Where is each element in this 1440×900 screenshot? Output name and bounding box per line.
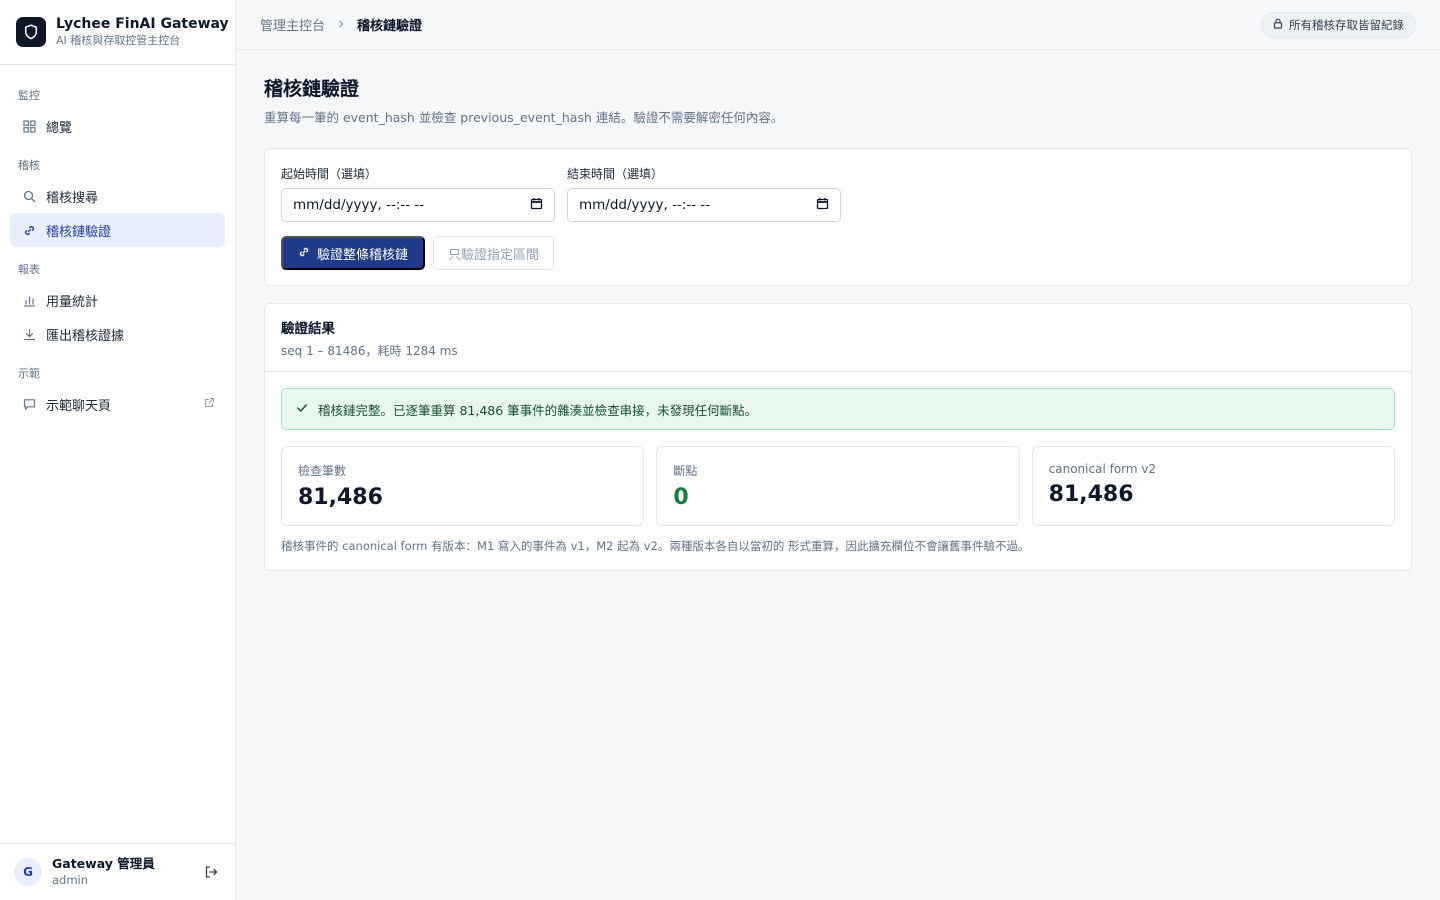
grid-icon [22, 119, 36, 133]
filter-card: 起始時間（選填） mm/dd/yyyy, --:-- -- 結束時間（選填） m… [264, 148, 1412, 286]
start-time-input[interactable]: mm/dd/yyyy, --:-- -- [281, 188, 555, 222]
verify-full-chain-button[interactable]: 驗證整條稽核鏈 [281, 236, 426, 270]
stat-value: 81,486 [1048, 482, 1134, 507]
stat-label: 斷點 [673, 464, 698, 478]
nav-section-demo: 示範 [18, 367, 40, 380]
start-time-label: 起始時間（選填） [281, 167, 378, 181]
sidebar-item-usage-stats[interactable]: 用量統計 [10, 283, 225, 317]
chat-icon [22, 397, 36, 411]
sidebar-item-label: 用量統計 [46, 294, 99, 310]
nav-section-monitoring: 監控 [18, 89, 40, 102]
sidebar-item-audit-chain-verify[interactable]: 稽核鏈驗證 [10, 213, 225, 247]
result-card: 驗證結果 seq 1 – 81486，耗時 1284 ms 稽核鏈完整。已逐筆重… [264, 303, 1412, 571]
audit-logging-badge-text: 所有稽核存取皆留紀錄 [1289, 17, 1404, 32]
search-icon [22, 189, 36, 203]
shield-logo-icon [16, 17, 46, 47]
success-alert-text: 稽核鏈完整。已逐筆重算 81,486 筆事件的雜湊並檢查串接，未發現任何斷點。 [318, 402, 758, 418]
brand: Lychee FinAI Gateway AI 稽核與存取控管主控台 [0, 0, 235, 65]
nav-section-audit: 稽核 [18, 159, 40, 172]
sidebar-item-audit-search[interactable]: 稽核搜尋 [10, 179, 225, 213]
end-time-label: 結束時間（選填） [567, 167, 664, 181]
sidebar: Lychee FinAI Gateway AI 稽核與存取控管主控台 監控 總覽… [0, 0, 236, 900]
nav-section-reports: 報表 [18, 263, 40, 276]
brand-title: Lychee FinAI Gateway [56, 16, 229, 33]
sidebar-item-label: 匯出稽核證據 [46, 328, 125, 344]
page-description: 重算每一筆的 event_hash 並檢查 previous_event_has… [264, 110, 784, 125]
brand-subtitle: AI 稽核與存取控管主控台 [56, 33, 181, 47]
stat-card-checked-count: 檢查筆數 81,486 [281, 446, 645, 526]
start-time-field: 起始時間（選填） mm/dd/yyyy, --:-- -- [281, 165, 555, 222]
result-title: 驗證結果 [281, 321, 335, 337]
check-icon [296, 402, 308, 417]
audit-logging-badge: 所有稽核存取皆留紀錄 [1261, 11, 1416, 38]
result-subtitle: seq 1 – 81486，耗時 1284 ms [281, 344, 458, 358]
avatar: G [14, 858, 42, 886]
end-time-value: mm/dd/yyyy, --:-- -- [579, 197, 711, 213]
user-name: Gateway 管理員 [52, 856, 155, 872]
breadcrumb-root[interactable]: 管理主控台 [260, 15, 325, 34]
user-role: admin [52, 872, 89, 887]
lock-icon [1273, 18, 1283, 32]
breadcrumb-current: 稽核鏈驗證 [357, 19, 423, 34]
calendar-icon[interactable] [816, 197, 829, 214]
bar-chart-icon [22, 293, 36, 307]
stat-label: canonical form v2 [1048, 462, 1157, 476]
chevron-right-icon [337, 18, 345, 32]
logout-icon[interactable] [201, 862, 221, 882]
sidebar-item-label: 稽核搜尋 [46, 190, 99, 206]
verify-range-button[interactable]: 只驗證指定區間 [433, 236, 555, 270]
user-card: G Gateway 管理員 admin [0, 843, 235, 900]
calendar-icon[interactable] [530, 197, 543, 214]
sidebar-item-label: 示範聊天頁 [46, 398, 112, 414]
topbar: 管理主控台 稽核鏈驗證 所有稽核存取皆留紀錄 [236, 0, 1440, 50]
main-content: 稽核鏈驗證 重算每一筆的 event_hash 並檢查 previous_eve… [264, 74, 1412, 571]
end-time-field: 結束時間（選填） mm/dd/yyyy, --:-- -- [567, 165, 841, 222]
sidebar-item-label: 總覽 [46, 120, 73, 136]
sidebar-item-label: 稽核鏈驗證 [46, 224, 112, 240]
canonical-form-note: 稽核事件的 canonical form 有版本：M1 寫入的事件為 v1，M2… [281, 539, 1030, 553]
stat-card-canonical-v2: canonical form v2 81,486 [1031, 446, 1395, 526]
verify-full-chain-label: 驗證整條稽核鏈 [317, 246, 409, 262]
stat-value: 0 [673, 485, 689, 510]
stat-card-breakpoints: 斷點 0 [656, 446, 1020, 526]
end-time-input[interactable]: mm/dd/yyyy, --:-- -- [567, 188, 841, 222]
link-icon [22, 223, 36, 237]
sidebar-nav: 監控 總覽 稽核 稽核搜尋 稽核鏈驗證 報表 用量統計 匯出稽核證據 示範 示範… [0, 65, 235, 843]
sidebar-item-demo-chat[interactable]: 示範聊天頁 [10, 387, 225, 421]
success-alert: 稽核鏈完整。已逐筆重算 81,486 筆事件的雜湊並檢查串接，未發現任何斷點。 [281, 388, 1395, 430]
stat-value: 81,486 [298, 485, 383, 510]
sidebar-item-export-evidence[interactable]: 匯出稽核證據 [10, 317, 225, 351]
download-icon [22, 327, 36, 341]
page-title: 稽核鏈驗證 [264, 78, 360, 100]
stat-label: 檢查筆數 [298, 464, 347, 478]
link-icon [298, 246, 310, 261]
start-time-value: mm/dd/yyyy, --:-- -- [293, 197, 425, 213]
sidebar-item-overview[interactable]: 總覽 [10, 109, 225, 143]
external-link-icon [204, 397, 215, 412]
